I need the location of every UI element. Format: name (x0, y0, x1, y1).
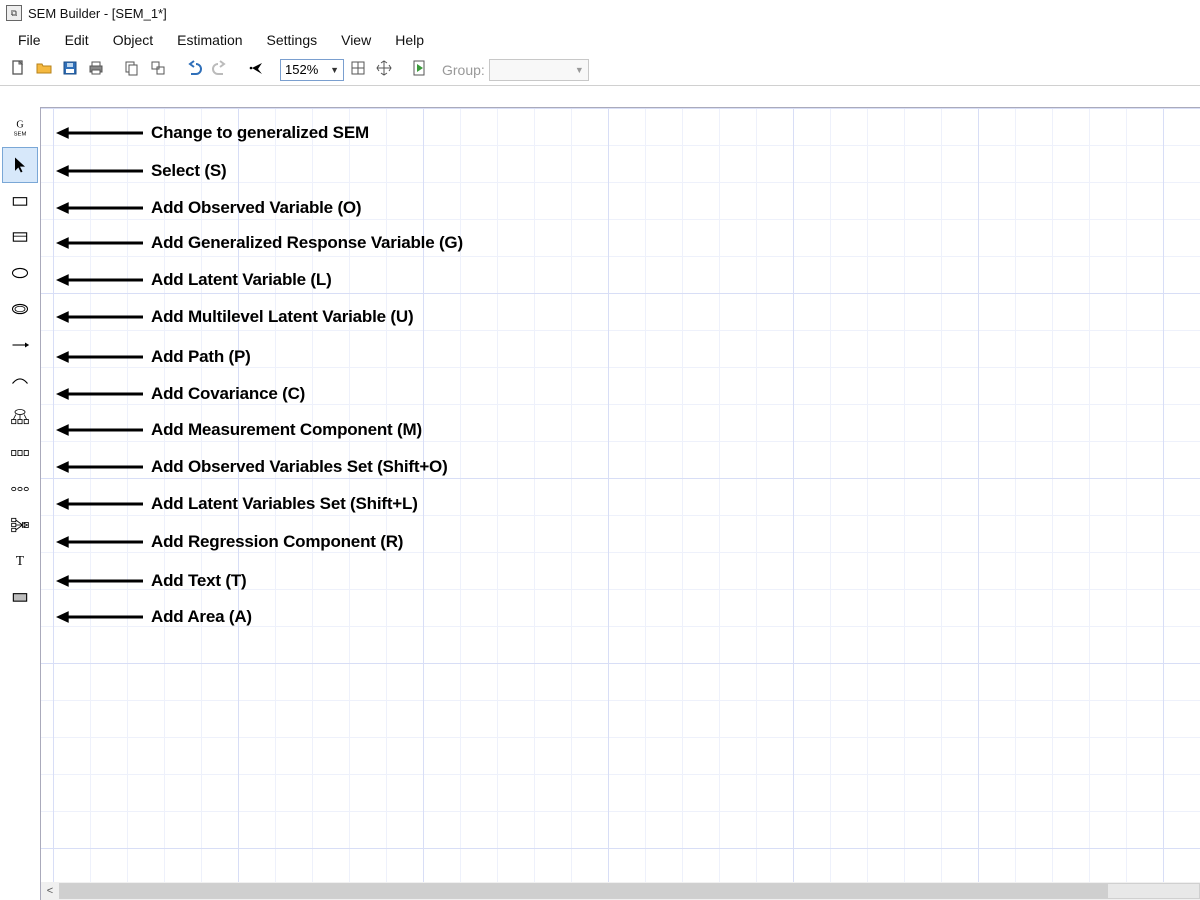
tab-strip (0, 86, 1200, 106)
save-button[interactable] (58, 58, 82, 82)
annotation-label: Add Covariance (C) (151, 384, 305, 404)
duplicate-button[interactable] (146, 58, 170, 82)
play-icon (411, 59, 429, 80)
title-bar: ⧉ SEM Builder - [SEM_1*] (0, 0, 1200, 26)
menu-edit[interactable]: Edit (53, 28, 101, 52)
select-tool[interactable] (2, 147, 38, 183)
redo-button[interactable] (208, 58, 232, 82)
chevron-down-icon: ▼ (575, 65, 584, 75)
gsem-mode-tool[interactable]: G SEM (2, 111, 38, 147)
generalized-response-tool[interactable] (2, 219, 38, 255)
arrow-icon (55, 384, 143, 404)
annotation-label: Add Regression Component (R) (151, 532, 403, 552)
pointer-button[interactable] (244, 58, 268, 82)
arrow-icon (55, 607, 143, 627)
arrow-icon (55, 233, 143, 253)
menu-bar: File Edit Object Estimation Settings Vie… (0, 26, 1200, 54)
save-icon (61, 59, 79, 80)
zoom-combo[interactable]: 152% ▼ (280, 59, 344, 81)
area-tool[interactable] (2, 579, 38, 615)
fit-width-icon (349, 59, 367, 80)
arrow-icon (55, 123, 143, 143)
chevron-down-icon: ▼ (330, 65, 339, 75)
multilevel-latent-tool[interactable] (2, 291, 38, 327)
annotation-label: Add Measurement Component (M) (151, 420, 422, 440)
open-file-button[interactable] (32, 58, 56, 82)
menu-settings[interactable]: Settings (255, 28, 330, 52)
annotation-label: Add Multilevel Latent Variable (U) (151, 307, 413, 327)
fit-page-button[interactable] (372, 58, 396, 82)
new-file-icon (9, 59, 27, 80)
redo-icon (211, 59, 229, 80)
covariance-tool[interactable] (2, 363, 38, 399)
menu-view[interactable]: View (329, 28, 383, 52)
menu-object[interactable]: Object (101, 28, 165, 52)
arrow-icon (55, 270, 143, 290)
workspace: G SEM T Change to generalized SEM (0, 106, 1200, 900)
pointer-dot-icon (247, 59, 265, 80)
window-title: SEM Builder - [SEM_1*] (28, 6, 167, 21)
arrow-icon (55, 307, 143, 327)
canvas-container: Change to generalized SEM Select (S) Add… (40, 107, 1200, 900)
annotation-label: Add Generalized Response Variable (G) (151, 233, 463, 253)
arrow-icon (55, 347, 143, 367)
annotation-layer: Change to generalized SEM Select (S) Add… (41, 108, 1200, 882)
annotation-label: Select (S) (151, 161, 226, 181)
fit-page-icon (375, 59, 393, 80)
svg-text:G: G (16, 119, 23, 130)
latent-set-tool[interactable] (2, 471, 38, 507)
duplicate-icon (149, 59, 167, 80)
svg-text:T: T (16, 553, 24, 568)
arrow-icon (55, 494, 143, 514)
observed-set-tool[interactable] (2, 435, 38, 471)
tool-palette: G SEM T (0, 107, 40, 900)
horizontal-scrollbar[interactable]: < (41, 882, 1200, 900)
scrollbar-thumb[interactable] (60, 884, 1108, 898)
regression-component-tool[interactable] (2, 507, 38, 543)
latent-variable-tool[interactable] (2, 255, 38, 291)
annotation-label: Add Path (P) (151, 347, 251, 367)
menu-estimation[interactable]: Estimation (165, 28, 254, 52)
svg-text:SEM: SEM (14, 132, 27, 138)
path-tool[interactable] (2, 327, 38, 363)
arrow-icon (55, 571, 143, 591)
annotation-label: Add Observed Variable (O) (151, 198, 361, 218)
toolbar: 152% ▼ Group: ▼ (0, 54, 1200, 86)
group-combo[interactable]: ▼ (489, 59, 589, 81)
fit-width-button[interactable] (346, 58, 370, 82)
run-button[interactable] (408, 58, 432, 82)
scroll-left-icon: < (41, 885, 59, 897)
print-icon (87, 59, 105, 80)
annotation-label: Add Latent Variables Set (Shift+L) (151, 494, 418, 514)
copy-button[interactable] (120, 58, 144, 82)
annotation-label: Change to generalized SEM (151, 123, 369, 143)
app-icon: ⧉ (6, 5, 22, 21)
print-button[interactable] (84, 58, 108, 82)
text-tool[interactable]: T (2, 543, 38, 579)
annotation-label: Add Area (A) (151, 607, 252, 627)
menu-file[interactable]: File (6, 28, 53, 52)
group-label: Group: (442, 62, 485, 78)
annotation-label: Add Latent Variable (L) (151, 270, 332, 290)
zoom-value: 152% (285, 62, 318, 77)
scrollbar-track (59, 883, 1200, 899)
arrow-icon (55, 198, 143, 218)
undo-icon (185, 59, 203, 80)
arrow-icon (55, 420, 143, 440)
annotation-label: Add Observed Variables Set (Shift+O) (151, 457, 448, 477)
copy-icon (123, 59, 141, 80)
annotation-label: Add Text (T) (151, 571, 247, 591)
diagram-canvas[interactable]: Change to generalized SEM Select (S) Add… (41, 108, 1200, 882)
arrow-icon (55, 457, 143, 477)
arrow-icon (55, 532, 143, 552)
arrow-icon (55, 161, 143, 181)
open-folder-icon (35, 59, 53, 80)
observed-variable-tool[interactable] (2, 183, 38, 219)
new-file-button[interactable] (6, 58, 30, 82)
undo-button[interactable] (182, 58, 206, 82)
menu-help[interactable]: Help (383, 28, 436, 52)
measurement-component-tool[interactable] (2, 399, 38, 435)
app-window: ⧉ SEM Builder - [SEM_1*] File Edit Objec… (0, 0, 1200, 900)
